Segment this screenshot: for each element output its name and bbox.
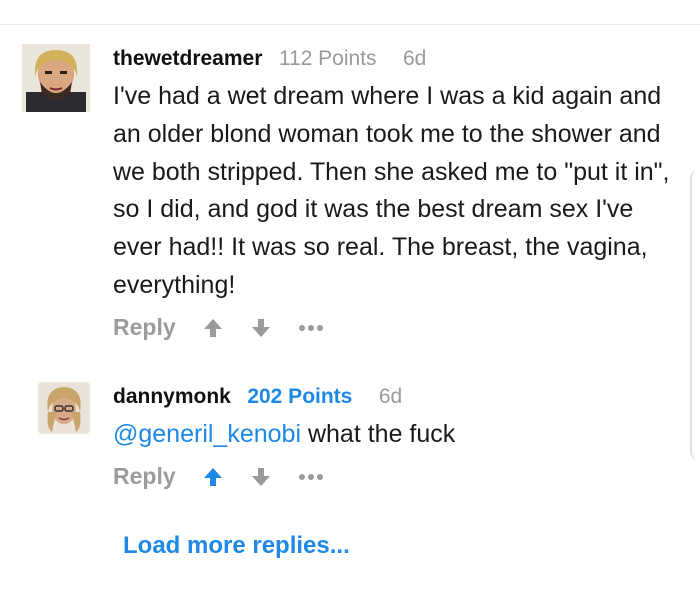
avatar[interactable] [22,44,90,112]
arrow-down-icon[interactable] [246,313,276,343]
more-dots-icon[interactable] [296,462,326,492]
reply-button[interactable]: Reply [113,463,176,490]
avatar[interactable] [38,382,90,434]
scroll-edge [690,170,700,460]
load-more-replies-link[interactable]: Load more replies... [123,532,350,560]
more-dots-icon[interactable] [296,313,326,343]
points: 202 Points [247,385,353,408]
timestamp: 6d [378,385,403,408]
username[interactable]: dannymonk [113,385,231,408]
arrow-up-icon[interactable] [198,313,228,343]
comment-actions: Reply [113,460,688,494]
points: 112 Points [278,47,377,70]
timestamp: 6d [402,47,427,70]
top-divider [0,24,700,25]
comment-meta: thewetdreamer 112 Points 6d [113,44,688,74]
reply-button[interactable]: Reply [113,314,176,341]
comment-actions: Reply [113,311,688,345]
comment-text: @generil_kenobi what the fuck [113,416,688,454]
user-mention[interactable]: @generil_kenobi [113,420,301,448]
username[interactable]: thewetdreamer [113,47,262,70]
comment-text: I've had a wet dream where I was a kid a… [113,82,670,299]
comment-meta: dannymonk 202 Points 6d [113,382,688,412]
arrow-down-icon[interactable] [246,462,276,492]
comment-text-body: what the fuck [301,420,456,448]
arrow-up-icon[interactable] [198,462,228,492]
